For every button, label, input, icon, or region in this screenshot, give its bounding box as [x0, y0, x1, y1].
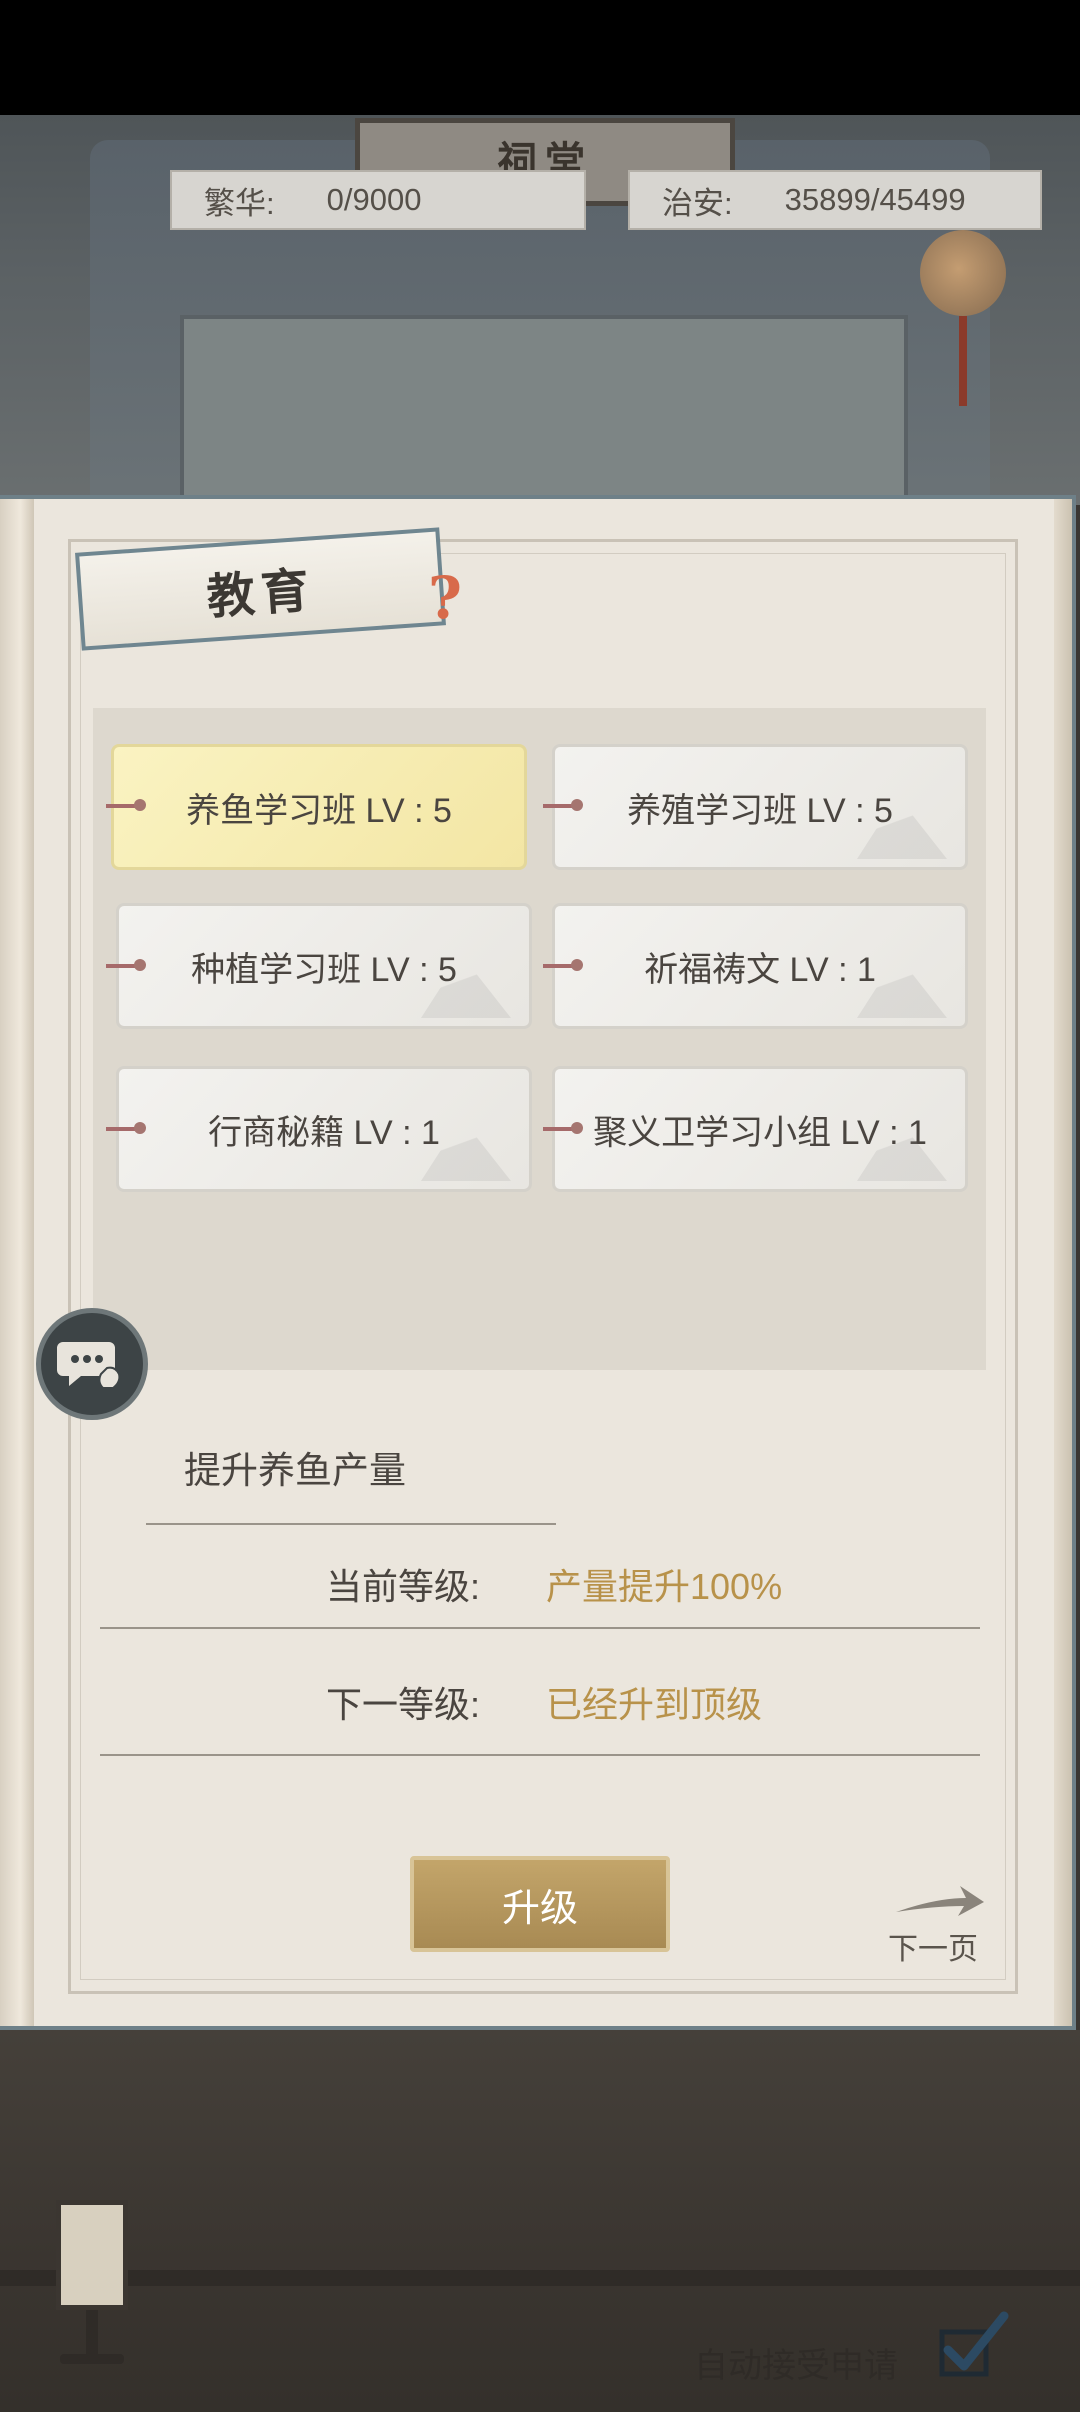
current-level-value: 产量提升100% [546, 1566, 783, 1607]
security-stat: 治安: 35899/45499 [628, 170, 1042, 230]
check-icon[interactable] [938, 2310, 1012, 2380]
lantern-tassel [959, 316, 967, 406]
skill-card-label: 聚义卫学习小组 LV : 1 [593, 1113, 927, 1152]
security-value: 35899/45499 [784, 182, 966, 217]
pin-icon [543, 959, 583, 971]
pin-icon [106, 959, 146, 971]
status-bar [0, 0, 1080, 115]
security-label: 治安: [662, 185, 733, 221]
arrow-right-icon [896, 1886, 984, 1916]
book-edge [1054, 499, 1072, 2026]
lamp-base [60, 2354, 124, 2364]
prosperity-label: 繁华: [204, 185, 275, 221]
skill-card-planting[interactable]: 种植学习班 LV : 5 [116, 903, 532, 1029]
divider [100, 1627, 980, 1629]
pin-icon [543, 799, 583, 811]
floor-divider [0, 2270, 1080, 2286]
divider [146, 1523, 556, 1525]
book-spine [0, 499, 34, 2026]
skill-card-label: 养殖学习班 LV : 5 [627, 791, 893, 830]
background-scroll [180, 315, 908, 523]
lamp-icon[interactable] [56, 2200, 128, 2310]
pin-icon [106, 799, 146, 811]
next-page-label: 下一页 [888, 1933, 978, 1966]
skill-card-label: 种植学习班 LV : 5 [191, 950, 457, 989]
chat-button[interactable] [36, 1308, 148, 1420]
skill-card-trade[interactable]: 行商秘籍 LV : 1 [116, 1066, 532, 1192]
divider [100, 1754, 980, 1756]
skill-card-guard-study[interactable]: 聚义卫学习小组 LV : 1 [552, 1066, 968, 1192]
current-level-label: 当前等级: [326, 1566, 481, 1607]
next-page-button[interactable]: 下一页 [884, 1882, 994, 1966]
chat-icon [57, 1342, 121, 1389]
prosperity-value: 0/9000 [326, 182, 422, 217]
effect-description: 提升养鱼产量 [184, 1450, 406, 1491]
skill-card-label: 祈福祷文 LV : 1 [644, 950, 876, 989]
upgrade-button[interactable]: 升级 [410, 1856, 670, 1952]
auto-accept-label: 自动接受申请 [694, 2347, 898, 2385]
next-level-value: 已经升到顶级 [546, 1684, 763, 1725]
skill-card-fish-farming[interactable]: 养鱼学习班 LV : 5 [111, 744, 527, 870]
pin-icon [543, 1122, 583, 1134]
skill-card-label: 养鱼学习班 LV : 5 [186, 791, 452, 830]
lantern-icon [920, 230, 1006, 316]
skill-card-prayer[interactable]: 祈福祷文 LV : 1 [552, 903, 968, 1029]
prosperity-stat: 繁华: 0/9000 [170, 170, 586, 230]
upgrade-button-label: 升级 [501, 1887, 578, 1930]
skill-card-label: 行商秘籍 LV : 1 [208, 1113, 440, 1152]
tab-education-label: 教育 [205, 562, 317, 626]
skill-card-breeding[interactable]: 养殖学习班 LV : 5 [552, 744, 968, 870]
floor-background [0, 2030, 1080, 2412]
pin-icon [106, 1122, 146, 1134]
lamp-stand [86, 2310, 98, 2360]
next-level-label: 下一等级: [326, 1684, 481, 1725]
question-icon[interactable]: ? [428, 566, 464, 630]
